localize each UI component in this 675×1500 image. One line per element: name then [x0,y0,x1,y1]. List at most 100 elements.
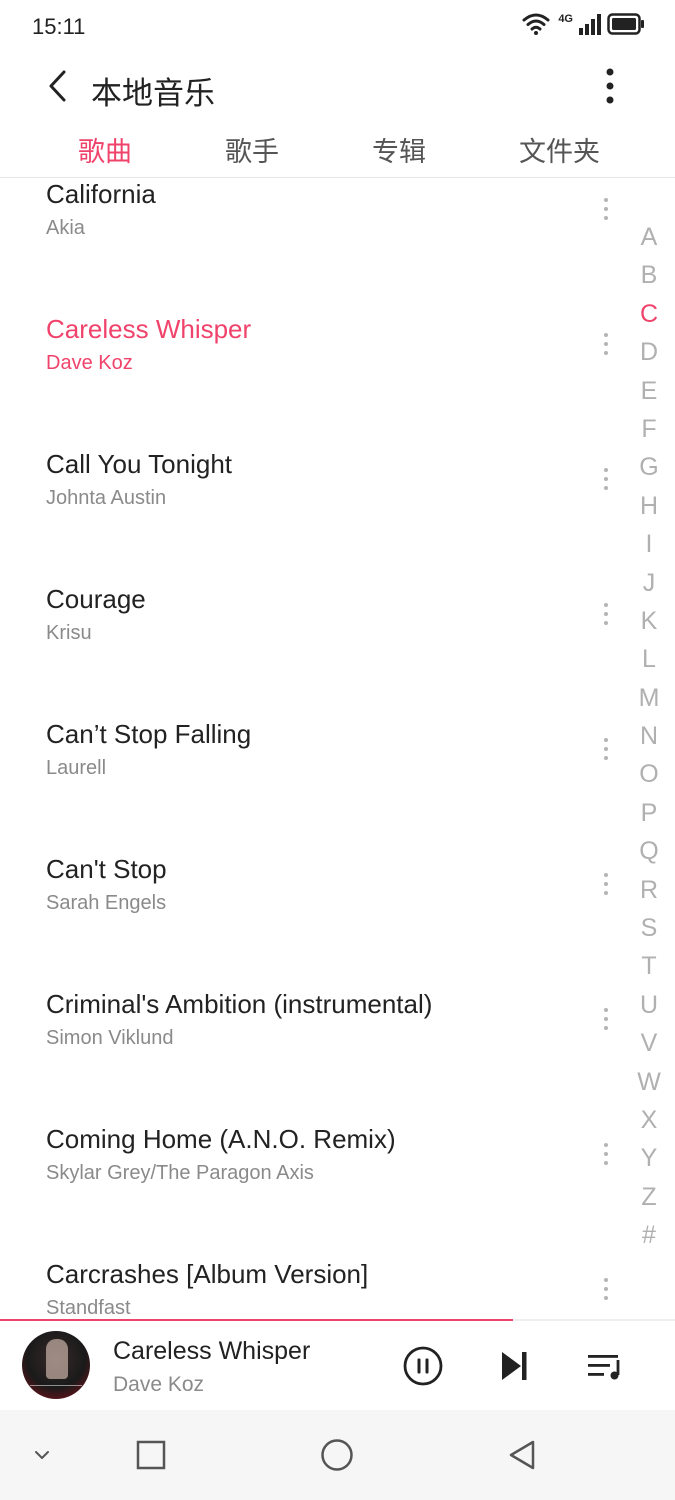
page-title: 本地音乐 [91,76,215,111]
index-letter[interactable]: L [623,640,675,678]
tab-songs[interactable]: 歌曲 [78,130,132,169]
index-letter[interactable]: O [623,755,675,793]
song-more-icon[interactable] [592,1136,620,1172]
song-title: California [46,179,156,209]
index-letter[interactable]: G [623,448,675,486]
wifi-icon [522,12,550,41]
index-letter[interactable]: D [623,333,675,371]
tab-albums[interactable]: 专辑 [372,130,426,169]
song-title: Carcrashes [Album Version] [46,1259,369,1289]
song-title: Courage [46,584,146,614]
song-more-icon[interactable] [592,1001,620,1037]
song-artist: Sarah Engels [46,892,167,914]
song-item[interactable]: Call You Tonight Johnta Austin [0,449,630,584]
song-title: Can't Stop [46,854,167,884]
song-artist: Standfast [46,1297,131,1319]
nav-home-button[interactable] [317,1435,357,1475]
song-artist: Simon Viklund [46,1027,174,1049]
song-item[interactable]: Careless Whisper Dave Koz [0,314,630,449]
chevron-down-icon [35,1451,49,1459]
index-letter[interactable]: E [623,372,675,410]
status-bar: 15:11 4G [0,0,675,56]
index-letter[interactable]: H [623,487,675,525]
more-vertical-icon [606,68,614,104]
index-letter[interactable]: C [623,295,675,333]
song-title: Can’t Stop Falling [46,719,252,749]
index-letter[interactable]: K [623,602,675,640]
song-more-icon[interactable] [592,326,620,362]
index-letter[interactable]: P [623,794,675,832]
song-artist: Laurell [46,757,107,779]
tab-bar: 歌曲 歌手 专辑 文件夹 [0,118,675,178]
index-letter[interactable]: F [623,410,675,448]
pause-button[interactable] [402,1345,444,1387]
album-art[interactable] [22,1331,90,1399]
song-title: Criminal's Ambition (instrumental) [46,989,433,1019]
index-letter[interactable]: A [623,218,675,256]
song-item[interactable]: California Akia [0,179,630,314]
index-letter[interactable]: W [623,1063,675,1101]
index-letter[interactable]: # [623,1216,675,1254]
playlist-button[interactable] [585,1348,625,1384]
song-item[interactable]: Can’t Stop Falling Laurell [0,719,630,854]
tab-folders[interactable]: 文件夹 [519,130,600,169]
index-letter[interactable]: N [623,717,675,755]
chevron-left-icon [49,70,66,102]
song-more-icon[interactable] [592,461,620,497]
index-letter[interactable]: V [623,1024,675,1062]
triangle-back-icon [509,1440,535,1470]
song-more-icon[interactable] [592,191,620,227]
nav-collapse-button[interactable] [22,1435,62,1475]
back-button[interactable] [38,66,78,106]
song-item[interactable]: Coming Home (A.N.O. Remix) Skylar Grey/T… [0,1124,630,1259]
index-letter[interactable]: Q [623,832,675,870]
index-letter[interactable]: T [623,947,675,985]
network-type-label: 4G [558,12,573,25]
index-letter[interactable]: J [623,564,675,602]
status-time: 15:11 [32,14,86,39]
signal-icon [579,13,601,40]
index-letter[interactable]: R [623,871,675,909]
tab-artists[interactable]: 歌手 [225,130,279,169]
song-more-icon[interactable] [592,866,620,902]
index-letter[interactable]: I [623,525,675,563]
skip-next-icon [502,1352,527,1380]
song-more-icon[interactable] [592,596,620,632]
song-artist: Skylar Grey/The Paragon Axis [46,1162,314,1184]
index-letter[interactable]: Z [623,1178,675,1216]
alphabet-index[interactable]: A B C D E F G H I J K L M N O P Q R S T U V W X Y Z # [623,218,675,1255]
index-letter[interactable]: U [623,986,675,1024]
index-letter[interactable]: B [623,256,675,294]
song-list[interactable]: California Akia Careless Whisper Dave Ko… [0,179,630,1319]
index-letter[interactable]: Y [623,1139,675,1177]
index-letter[interactable]: M [623,679,675,717]
app-header: 本地音乐 [0,56,675,118]
song-item[interactable]: Carcrashes [Album Version] Standfast [0,1259,630,1319]
square-icon [136,1440,166,1470]
index-letter[interactable]: X [623,1101,675,1139]
song-item[interactable]: Criminal's Ambition (instrumental) Simon… [0,989,630,1124]
system-nav-bar [0,1410,675,1500]
song-artist: Dave Koz [46,352,133,374]
nav-recents-button[interactable] [131,1435,171,1475]
circle-icon [321,1439,353,1471]
song-item[interactable]: Courage Krisu [0,584,630,719]
nav-back-button[interactable] [502,1435,542,1475]
status-icons: 4G [522,12,645,41]
song-item[interactable]: Can't Stop Sarah Engels [0,854,630,989]
song-artist: Johnta Austin [46,487,167,509]
song-more-icon[interactable] [592,731,620,767]
skip-next-button[interactable] [496,1348,532,1384]
pause-icon [403,1346,443,1386]
song-title: Call You Tonight [46,449,233,479]
song-more-icon[interactable] [592,1271,620,1307]
song-title: Careless Whisper [46,314,252,344]
song-artist: Akia [46,217,85,239]
more-options-button[interactable] [595,66,625,106]
song-title: Coming Home (A.N.O. Remix) [46,1124,396,1154]
now-playing-artist: Dave Koz [113,1373,205,1396]
playlist-icon [588,1355,620,1380]
battery-icon [607,13,645,40]
index-letter[interactable]: S [623,909,675,947]
now-playing-bar[interactable]: Careless Whisper Dave Koz [0,1321,675,1410]
